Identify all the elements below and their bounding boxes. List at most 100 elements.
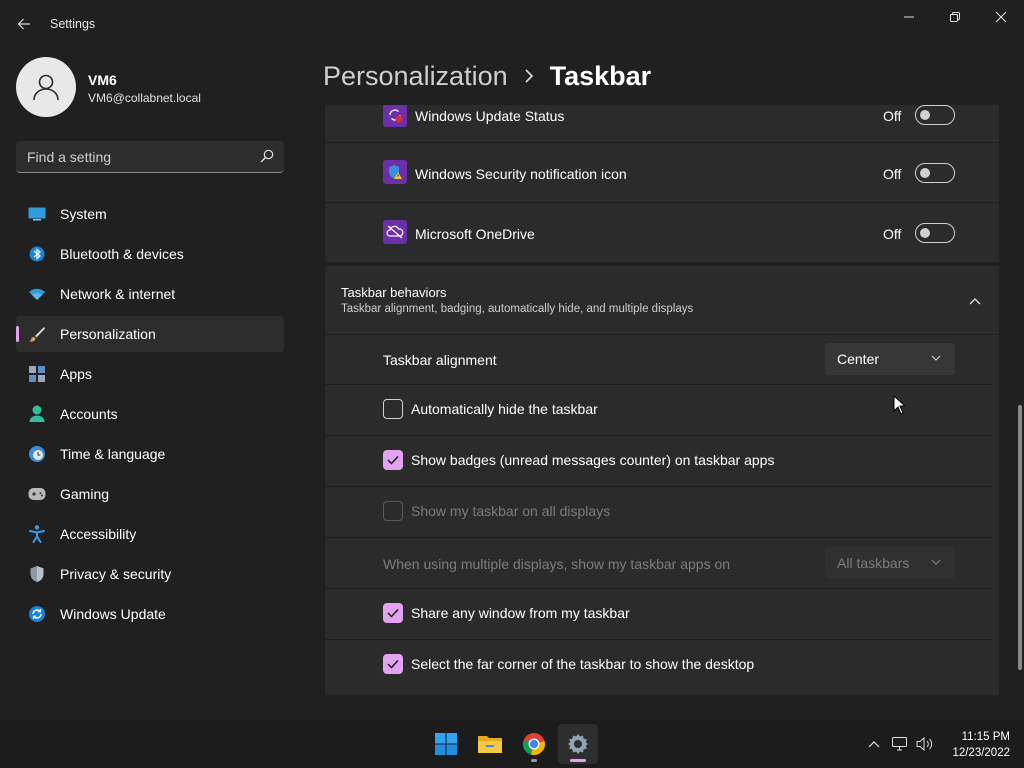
accounts-icon (28, 405, 46, 423)
sidebar-item-gaming[interactable]: Gaming (16, 476, 284, 512)
sidebar-item-system[interactable]: System (16, 196, 284, 232)
alignment-dropdown[interactable]: Center (825, 343, 955, 375)
sidebar-item-time-language[interactable]: Time & language (16, 436, 284, 472)
sidebar-item-privacy[interactable]: Privacy & security (16, 556, 284, 592)
restore-button[interactable] (932, 4, 978, 30)
settings-icon (568, 734, 588, 754)
auto-hide-checkbox[interactable] (383, 399, 403, 419)
sidebar-item-personalization[interactable]: Personalization (16, 316, 284, 352)
user-name: VM6 (88, 72, 117, 88)
close-button[interactable] (978, 4, 1024, 30)
bluetooth-icon (28, 245, 46, 263)
tray-app-label: Windows Update Status (415, 108, 565, 124)
list-item: Windows Update Status Off (325, 105, 999, 145)
toggle-state-text: Off (883, 166, 902, 182)
sidebar-item-label: Privacy & security (60, 566, 172, 582)
windows-security-icon (383, 160, 407, 184)
onedrive-toggle[interactable] (915, 223, 955, 243)
volume-button[interactable] (915, 734, 935, 754)
sidebar-item-windows-update[interactable]: Windows Update (16, 596, 284, 632)
badges-checkbox[interactable] (383, 450, 403, 470)
scrollbar-thumb[interactable] (1018, 405, 1022, 670)
divider (325, 639, 993, 640)
start-icon (435, 733, 457, 755)
sidebar-item-apps[interactable]: Apps (16, 356, 284, 392)
badges-label[interactable]: Show badges (unread messages counter) on… (411, 452, 774, 468)
close-icon (995, 11, 1007, 23)
back-button[interactable] (12, 12, 36, 36)
search-box[interactable] (16, 141, 284, 173)
shield-icon (28, 565, 46, 583)
divider (325, 537, 993, 538)
collapse-button[interactable] (965, 291, 985, 311)
running-indicator (531, 759, 537, 762)
breadcrumb-parent[interactable]: Personalization (323, 61, 508, 92)
taskbar (0, 720, 1024, 768)
mouse-cursor-icon (893, 395, 905, 415)
sidebar-item-network[interactable]: Network & internet (16, 276, 284, 312)
file-explorer-button[interactable] (470, 724, 510, 764)
wifi-icon (28, 285, 46, 303)
minimize-button[interactable] (886, 4, 932, 30)
sidebar-item-label: Network & internet (60, 286, 176, 302)
network-status-button[interactable] (890, 734, 910, 754)
toggle-state-text: Off (883, 226, 902, 242)
tray-app-label: Microsoft OneDrive (415, 226, 535, 242)
sidebar-item-bluetooth[interactable]: Bluetooth & devices (16, 236, 284, 272)
gamepad-icon (28, 485, 46, 503)
globe-clock-icon (28, 445, 46, 463)
taskbar-behaviors-header[interactable] (325, 266, 999, 334)
chevron-up-icon (868, 741, 880, 748)
tray-app-label: Windows Security notification icon (415, 166, 627, 182)
windows-security-toggle[interactable] (915, 163, 955, 183)
user-icon (33, 74, 59, 101)
tray-apps-card: Windows Update Status Off Windows Securi… (325, 105, 999, 262)
dropdown-value: All taskbars (837, 555, 910, 571)
divider (325, 486, 993, 487)
list-item: Windows Security notification icon Off (325, 143, 999, 202)
volume-icon (916, 736, 933, 752)
sidebar-item-accounts[interactable]: Accounts (16, 396, 284, 432)
avatar[interactable] (16, 57, 76, 117)
sidebar-item-label: System (60, 206, 107, 222)
search-input[interactable] (16, 141, 246, 172)
onedrive-icon (383, 220, 407, 244)
file-explorer-icon (478, 736, 502, 753)
auto-hide-label[interactable]: Automatically hide the taskbar (411, 401, 598, 417)
multi-display-dropdown[interactable]: All taskbars (825, 547, 955, 579)
checkmark-icon (387, 455, 399, 465)
share-window-checkbox[interactable] (383, 603, 403, 623)
far-corner-label[interactable]: Select the far corner of the taskbar to … (411, 656, 754, 672)
share-window-label[interactable]: Share any window from my taskbar (411, 605, 630, 621)
taskbar-behaviors-body: Taskbar alignment Center Automatically h… (325, 335, 999, 695)
all-displays-checkbox[interactable] (383, 501, 403, 521)
chrome-button[interactable] (514, 724, 554, 764)
chevron-down-icon (931, 355, 941, 361)
restore-icon (950, 12, 960, 22)
system-icon (28, 205, 46, 223)
checkmark-icon (387, 659, 399, 669)
title-bar: Settings (0, 0, 1024, 48)
search-icon[interactable] (260, 149, 274, 163)
settings-taskbar-button[interactable] (558, 724, 598, 764)
start-button[interactable] (426, 724, 466, 764)
sidebar-item-label: Accessibility (60, 526, 137, 542)
divider (325, 588, 993, 589)
app-title: Settings (50, 17, 96, 31)
clock-time[interactable]: 11:15 PM (950, 731, 1010, 743)
all-displays-label: Show my taskbar on all displays (411, 503, 611, 519)
checkmark-icon (387, 608, 399, 618)
far-corner-checkbox[interactable] (383, 654, 403, 674)
windows-update-status-icon (383, 105, 407, 127)
list-item: Microsoft OneDrive Off (325, 203, 999, 262)
apps-icon (28, 365, 46, 383)
chevron-right-icon (524, 69, 534, 83)
section-subtitle: Taskbar alignment, badging, automaticall… (341, 303, 694, 315)
clock-date[interactable]: 12/23/2022 (940, 747, 1010, 759)
show-hidden-icons-button[interactable] (864, 734, 884, 754)
sidebar-item-label: Personalization (60, 326, 156, 342)
sidebar-item-accessibility[interactable]: Accessibility (16, 516, 284, 552)
dropdown-value: Center (837, 351, 880, 367)
windows-update-status-toggle[interactable] (915, 105, 955, 125)
accessibility-icon (28, 525, 46, 543)
